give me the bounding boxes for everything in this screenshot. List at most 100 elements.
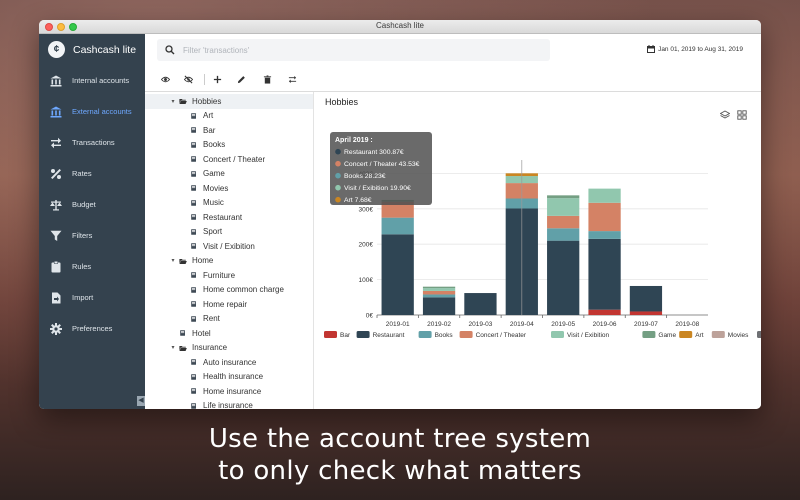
y-tick-label: 100€ [359, 277, 374, 284]
legend-swatch [679, 331, 693, 338]
brand: ¢ Cashcash lite [39, 34, 145, 65]
book-icon [191, 286, 196, 293]
tree-item-label: Hotel [192, 328, 211, 338]
x-tick-label: 2019-03 [469, 321, 493, 328]
legend-swatch [356, 331, 370, 338]
sidebar-item-label: Filters [72, 231, 93, 240]
gear-icon [50, 322, 62, 335]
sidebar-item-budget[interactable]: Budget [39, 189, 145, 220]
sidebar-item-external-accounts[interactable]: External accounts [39, 96, 145, 127]
tree-account-item[interactable]: Home common charge [145, 283, 313, 298]
tree-account-item[interactable]: Game [145, 167, 313, 182]
tree-account-item[interactable]: Books [145, 138, 313, 153]
tree-account-item[interactable]: Bar [145, 123, 313, 138]
tree-account-item[interactable]: Home insurance [145, 384, 313, 399]
sidebar-item-internal-accounts[interactable]: Internal accounts [39, 65, 145, 96]
edit-button[interactable] [235, 73, 247, 85]
sidebar-item-filters[interactable]: Filters [39, 220, 145, 251]
title-bar: Cashcash lite [39, 20, 761, 34]
hide-button[interactable] [182, 73, 194, 85]
tree-account-item[interactable]: Hotel [145, 326, 313, 341]
delete-button[interactable] [261, 73, 273, 85]
tree-item-label: Home insurance [203, 386, 262, 396]
sidebar-item-label: Internal accounts [72, 76, 130, 85]
sidebar-item-transactions[interactable]: Transactions [39, 127, 145, 158]
book-icon [191, 388, 196, 395]
search-input[interactable] [183, 45, 523, 55]
sidebar-item-import[interactable]: Import [39, 282, 145, 313]
tree-account-item[interactable]: Music [145, 196, 313, 211]
tree-folder-item[interactable]: ▾ Insurance [145, 341, 313, 356]
tree-account-item[interactable]: Visit / Exibition [145, 239, 313, 254]
bar-segment [629, 285, 663, 312]
tree-account-item[interactable]: Home repair [145, 297, 313, 312]
bar-segment [547, 198, 580, 216]
brand-name: Cashcash lite [73, 43, 137, 56]
bar-segment [422, 288, 456, 291]
tree-account-item[interactable]: Art [145, 109, 313, 124]
tree-folder-item[interactable]: ▾ Home [145, 254, 313, 269]
tree-account-item[interactable]: Furniture [145, 268, 313, 283]
sidebar-item-rates[interactable]: Rates [39, 158, 145, 189]
tooltip-swatch [335, 196, 341, 203]
chevron-down-icon[interactable]: ▾ [169, 257, 177, 264]
tooltip-title: April 2019 : [335, 137, 373, 144]
x-tick-label: 2019-06 [593, 321, 617, 328]
sidebar-item-label: Rules [72, 262, 92, 271]
folder-open-icon [179, 258, 187, 264]
bar-segment [422, 294, 456, 298]
move-button[interactable] [286, 73, 298, 85]
legend-label: Restaurant [373, 332, 405, 339]
bar-segment [588, 188, 621, 203]
tree-account-item[interactable]: Movies [145, 181, 313, 196]
bar-segment [547, 228, 580, 241]
tree-account-item[interactable]: Health insurance [145, 370, 313, 385]
tree-account-item[interactable]: Auto insurance [145, 355, 313, 370]
collapse-sidebar-button[interactable]: ◀ [137, 396, 145, 406]
tree-account-item[interactable]: Life insurance [145, 399, 313, 409]
tree-account-item[interactable]: Restaurant [145, 210, 313, 225]
plus-icon [213, 75, 221, 83]
bar-segment [422, 286, 456, 289]
toolbar-divider [204, 74, 205, 85]
tree-item-label: Home [192, 256, 214, 266]
book-icon [191, 359, 196, 366]
tree-account-item[interactable]: Concert / Theater [145, 152, 313, 167]
chevron-down-icon[interactable]: ▾ [169, 344, 177, 351]
tree-account-item[interactable]: Rent [145, 312, 313, 327]
legend-label: Game [658, 332, 676, 339]
book-icon [191, 315, 196, 322]
stacked-bar-chart: 0€100€200€300€400€2019-012019-022019-032… [324, 132, 761, 339]
bar-segment [381, 234, 414, 315]
bar-segment [381, 217, 414, 235]
tooltip-swatch [335, 160, 341, 167]
date-range[interactable]: Jan 01, 2019 to Aug 31, 2019 [647, 45, 743, 53]
sidebar-item-rules[interactable]: Rules [39, 251, 145, 282]
book-icon [191, 214, 196, 221]
bar-segment [588, 238, 621, 310]
legend-label: Movies [728, 332, 749, 339]
x-tick-label: 2019-02 [427, 321, 451, 328]
caption-line-1: Use the account tree system [208, 424, 592, 454]
chevron-down-icon[interactable]: ▾ [169, 98, 177, 105]
tree-item-label: Home repair [203, 299, 248, 309]
tree-item-label: Books [203, 140, 226, 150]
account-tree: ▾ Hobbies Art Bar Books Concert / Theater Game… [145, 92, 314, 409]
bar-segment [588, 309, 621, 315]
tooltip-entry: Visit / Exibition 19.90€ [344, 185, 411, 192]
tree-folder-item[interactable]: ▾ Hobbies [145, 94, 313, 109]
tooltip-entry: Concert / Theater 43.53€ [344, 161, 420, 168]
tree-item-label: Life insurance [203, 401, 253, 409]
search-box[interactable] [157, 39, 550, 61]
cashcash-logo-icon: ¢ [48, 41, 65, 58]
sidebar-item-preferences[interactable]: Preferences [39, 313, 145, 344]
book-icon [191, 301, 196, 308]
book-icon [191, 127, 196, 134]
tree-item-label: Concert / Theater [203, 154, 266, 164]
add-button[interactable] [211, 73, 223, 85]
show-button[interactable] [159, 73, 171, 85]
tree-item-label: Hobbies [192, 96, 222, 106]
tooltip-entry: Books 28.23€ [344, 173, 386, 180]
tree-account-item[interactable]: Sport [145, 225, 313, 240]
date-range-label: Jan 01, 2019 to Aug 31, 2019 [658, 45, 743, 53]
